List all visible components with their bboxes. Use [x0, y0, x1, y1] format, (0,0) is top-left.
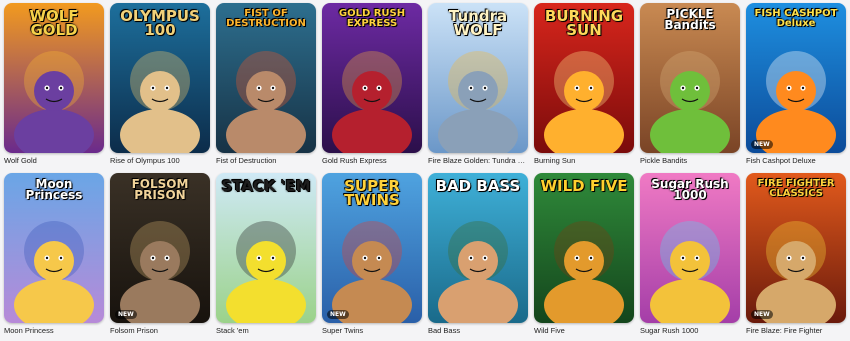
game-tile-super-twins[interactable]: SUPER TWINS NEW Super Twins	[322, 173, 422, 335]
game-title[interactable]: Fist of Destruction	[216, 156, 316, 165]
game-title[interactable]: Moon Princess	[4, 326, 104, 335]
game-title[interactable]: Sugar Rush 1000	[640, 326, 740, 335]
game-tile-pickle-bandits[interactable]: PICKLE Bandits Pickle Bandits	[640, 3, 740, 165]
game-title[interactable]: Fire Blaze: Fire Fighter	[746, 326, 846, 335]
game-thumbnail[interactable]: SUPER TWINS NEW	[322, 173, 422, 323]
game-logo: FOLSOM PRISON	[131, 177, 189, 203]
game-tile-fire-blaze-golden-tundra-wolf[interactable]: Tundra WOLF Fire Blaze Golden: Tundra Wol…	[428, 3, 528, 165]
game-thumbnail[interactable]: GOLD RUSH EXPRESS	[322, 3, 422, 153]
game-thumbnail[interactable]: Moon Princess	[4, 173, 104, 323]
game-title[interactable]: Pickle Bandits	[640, 156, 740, 165]
game-logo: GOLD RUSH EXPRESS	[338, 8, 406, 29]
game-logo: FIRE FIGHTER CLASSICS	[757, 178, 835, 199]
game-thumbnail[interactable]: FISH CASHPOT Deluxe NEW	[746, 3, 846, 153]
game-title[interactable]: Fire Blaze Golden: Tundra Wolf	[428, 156, 528, 165]
game-logo: FIST OF DESTRUCTION	[226, 8, 306, 29]
game-tile-stack-em[interactable]: STACK 'EM Stack 'em	[216, 173, 316, 335]
game-title[interactable]: Wild Five	[534, 326, 634, 335]
game-thumbnail[interactable]: WOLF GOLD	[4, 3, 104, 153]
game-tile-wild-five[interactable]: WILD FIVE Wild Five	[534, 173, 634, 335]
game-tile-gold-rush-express[interactable]: GOLD RUSH EXPRESS Gold Rush Express	[322, 3, 422, 165]
game-logo: Tundra WOLF	[448, 7, 508, 40]
game-grid: WOLF GOLD Wolf Gold OLYMPUS 100 Rise of Oly…	[0, 0, 850, 341]
game-thumbnail[interactable]: BAD BASS	[428, 173, 528, 323]
game-title[interactable]: Super Twins	[322, 326, 422, 335]
game-thumbnail[interactable]: Sugar Rush 1000	[640, 173, 740, 323]
game-tile-wolf-gold[interactable]: WOLF GOLD Wolf Gold	[4, 3, 104, 165]
game-logo: FISH CASHPOT Deluxe	[754, 8, 838, 29]
game-thumbnail[interactable]: Tundra WOLF	[428, 3, 528, 153]
game-thumbnail[interactable]: FIRE FIGHTER CLASSICS NEW	[746, 173, 846, 323]
game-thumbnail[interactable]: OLYMPUS 100	[110, 3, 210, 153]
game-tile-rise-of-olympus-100[interactable]: OLYMPUS 100 Rise of Olympus 100	[110, 3, 210, 165]
game-tile-folsom-prison[interactable]: FOLSOM PRISON NEW Folsom Prison	[110, 173, 210, 335]
game-title[interactable]: Gold Rush Express	[322, 156, 422, 165]
game-logo: OLYMPUS 100	[120, 7, 200, 40]
game-logo: WOLF GOLD	[29, 7, 79, 40]
new-badge: NEW	[327, 310, 349, 319]
game-tile-sugar-rush-1000[interactable]: Sugar Rush 1000 Sugar Rush 1000	[640, 173, 740, 335]
game-logo: BURNING SUN	[544, 7, 624, 40]
game-logo: PICKLE Bandits	[664, 7, 716, 33]
game-title[interactable]: Stack 'em	[216, 326, 316, 335]
new-badge: NEW	[115, 310, 137, 319]
game-thumbnail[interactable]: WILD FIVE	[534, 173, 634, 323]
game-title[interactable]: Wolf Gold	[4, 156, 104, 165]
game-tile-burning-sun[interactable]: BURNING SUN Burning Sun	[534, 3, 634, 165]
game-thumbnail[interactable]: STACK 'EM	[216, 173, 316, 323]
game-thumbnail[interactable]: BURNING SUN	[534, 3, 634, 153]
game-logo: STACK 'EM	[221, 177, 311, 195]
new-badge: NEW	[751, 310, 773, 319]
game-logo: Moon Princess	[25, 177, 83, 203]
game-title[interactable]: Fish Cashpot Deluxe	[746, 156, 846, 165]
new-badge: NEW	[751, 140, 773, 149]
game-artwork	[216, 173, 316, 323]
game-tile-fish-cashpot-deluxe[interactable]: FISH CASHPOT Deluxe NEW Fish Cashpot Delux…	[746, 3, 846, 165]
game-tile-moon-princess[interactable]: Moon Princess Moon Princess	[4, 173, 104, 335]
game-tile-fist-of-destruction[interactable]: FIST OF DESTRUCTION Fist of Destruction	[216, 3, 316, 165]
game-thumbnail[interactable]: PICKLE Bandits	[640, 3, 740, 153]
game-title[interactable]: Rise of Olympus 100	[110, 156, 210, 165]
game-title[interactable]: Burning Sun	[534, 156, 634, 165]
game-tile-fire-blaze-fire-fighter[interactable]: FIRE FIGHTER CLASSICS NEW Fire Blaze: Fire…	[746, 173, 846, 335]
game-artwork	[428, 173, 528, 323]
game-thumbnail[interactable]: FIST OF DESTRUCTION	[216, 3, 316, 153]
game-logo: SUPER TWINS	[344, 177, 400, 210]
game-title[interactable]: Bad Bass	[428, 326, 528, 335]
game-artwork	[534, 173, 634, 323]
game-tile-bad-bass[interactable]: BAD BASS Bad Bass	[428, 173, 528, 335]
game-logo: Sugar Rush 1000	[651, 177, 729, 203]
game-logo: WILD FIVE	[540, 177, 628, 195]
game-title[interactable]: Folsom Prison	[110, 326, 210, 335]
game-thumbnail[interactable]: FOLSOM PRISON NEW	[110, 173, 210, 323]
game-logo: BAD BASS	[435, 177, 521, 195]
